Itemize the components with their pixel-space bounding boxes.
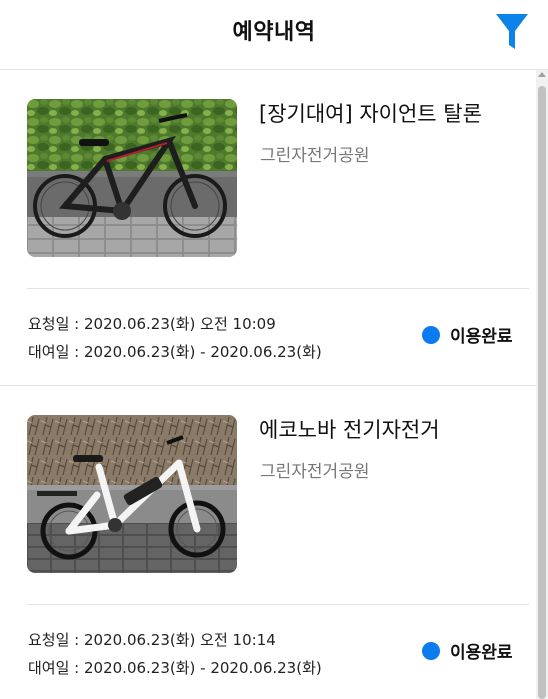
status-text: 이용완료 xyxy=(450,327,513,347)
reservation-list[interactable]: [장기대여] 자이언트 탈론 그린자전거공원 요청일 : 2020.06.23(… xyxy=(0,70,536,699)
rental-date-row: 대여일 : 2020.06.23(화) - 2020.06.23(화) xyxy=(28,654,322,682)
status-badge: 이용완료 xyxy=(422,322,513,347)
card-divider xyxy=(27,288,529,289)
rental-date-value: 2020.06.23(화) - 2020.06.23(화) xyxy=(84,343,322,361)
page-title: 예약내역 xyxy=(232,20,316,45)
scrollbar[interactable] xyxy=(536,70,548,699)
request-date-value: 2020.06.23(화) 오전 10:14 xyxy=(84,631,276,649)
rental-location: 그린자전거공원 xyxy=(260,146,370,166)
rental-date-row: 대여일 : 2020.06.23(화) - 2020.06.23(화) xyxy=(28,338,322,366)
rental-date-label: 대여일 : xyxy=(28,343,84,361)
request-date-row: 요청일 : 2020.06.23(화) 오전 10:09 xyxy=(28,310,322,338)
scroll-up-arrow-icon[interactable] xyxy=(538,72,546,77)
request-date-row: 요청일 : 2020.06.23(화) 오전 10:14 xyxy=(28,626,322,654)
status-badge: 이용완료 xyxy=(422,638,513,663)
rental-date-label: 대여일 : xyxy=(28,659,84,677)
reservation-history-screen: 예약내역 [장기대여] 자이언트 탈론 그린자전거공원 요청일: 2020.0… xyxy=(0,0,548,699)
card-divider xyxy=(27,604,529,605)
filter-icon xyxy=(496,14,528,49)
reservation-card[interactable]: [장기대여] 자이언트 탈론 그린자전거공원 요청일 : 2020.06.23(… xyxy=(0,70,536,384)
status-text: 이용완료 xyxy=(450,643,513,663)
bike-thumbnail xyxy=(27,99,237,257)
reservation-dates: 요청일 : 2020.06.23(화) 오전 10:14 대여일 : 2020.… xyxy=(28,626,322,682)
status-dot-icon xyxy=(422,641,440,660)
bike-name: [장기대여] 자이언트 탈론 xyxy=(259,102,482,126)
status-dot-icon xyxy=(422,325,440,344)
reservation-card[interactable]: 에코노바 전기자전거 그린자전거공원 요청일 : 2020.06.23(화) 오… xyxy=(0,385,536,699)
app-header: 예약내역 xyxy=(0,0,548,70)
reservation-dates: 요청일 : 2020.06.23(화) 오전 10:09 대여일 : 2020.… xyxy=(28,310,322,366)
rental-date-value: 2020.06.23(화) - 2020.06.23(화) xyxy=(84,659,322,677)
scrollbar-thumb[interactable] xyxy=(538,86,546,699)
rental-location: 그린자전거공원 xyxy=(260,462,370,482)
request-date-value: 2020.06.23(화) 오전 10:09 xyxy=(84,315,276,333)
request-date-label: 요청일 : xyxy=(28,631,84,649)
bike-thumbnail xyxy=(27,415,237,573)
filter-button[interactable] xyxy=(494,12,530,52)
request-date-label: 요청일 : xyxy=(28,315,84,333)
bike-name: 에코노바 전기자전거 xyxy=(259,418,440,442)
